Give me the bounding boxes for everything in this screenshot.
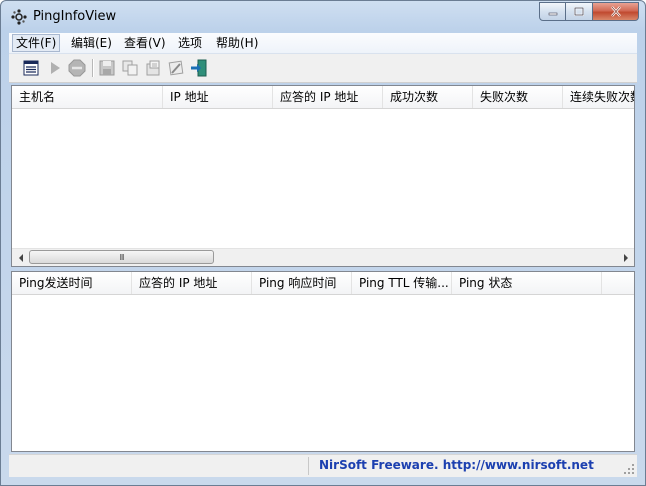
hosts-list-pane[interactable]: 主机名 IP 地址 应答的 IP 地址 成功次数 失败次数 连续失败次数 III [11, 85, 635, 267]
scroll-thumb[interactable]: III [29, 250, 214, 264]
window-title: PingInfoView [33, 9, 117, 24]
menu-edit[interactable]: 编辑(E) [68, 35, 115, 51]
ping-app-icon [11, 9, 27, 25]
ping-results-pane[interactable]: Ping发送时间 应答的 IP 地址 Ping 响应时间 Ping TTL 传输… [11, 271, 635, 452]
stop-icon [68, 59, 86, 77]
column-ip-address[interactable]: IP 地址 [163, 86, 273, 108]
maximize-icon [574, 7, 584, 16]
column-ping-ttl[interactable]: Ping TTL 传输... [352, 272, 452, 294]
scroll-left-button[interactable] [12, 249, 29, 266]
column-ping-time[interactable]: Ping发送时间 [12, 272, 132, 294]
close-icon [610, 6, 621, 17]
title-bar[interactable]: PingInfoView [1, 1, 645, 33]
properties-button[interactable] [21, 58, 41, 78]
scroll-grip: III [119, 252, 124, 262]
app-window: PingInfoView 文件(F) 编辑(E) 查看(V) 选项 帮助(H) [0, 0, 646, 486]
options-button[interactable] [166, 58, 186, 78]
hosts-list-hscrollbar[interactable]: III [12, 248, 634, 266]
column-host-name[interactable]: 主机名 [12, 86, 163, 108]
arrow-left-icon [18, 253, 23, 262]
arrow-right-icon [623, 253, 628, 262]
start-button[interactable] [45, 58, 65, 78]
copy-button[interactable] [120, 58, 140, 78]
resize-grip-icon[interactable] [623, 463, 635, 475]
column-ping-response-time[interactable]: Ping 响应时间 [252, 272, 352, 294]
copy-icon [122, 60, 138, 76]
html-report-button[interactable] [143, 58, 163, 78]
menu-bar: 文件(F) 编辑(E) 查看(V) 选项 帮助(H) [9, 33, 637, 54]
exit-button[interactable] [189, 58, 209, 78]
nirsoft-link[interactable]: NirSoft Freeware. http://www.nirsoft.net [319, 458, 594, 472]
options-icon [168, 60, 184, 76]
menu-options[interactable]: 选项 [175, 35, 205, 51]
status-bar: NirSoft Freeware. http://www.nirsoft.net [9, 454, 637, 477]
hosts-list-header: 主机名 IP 地址 应答的 IP 地址 成功次数 失败次数 连续失败次数 [12, 86, 634, 109]
ping-results-header: Ping发送时间 应答的 IP 地址 Ping 响应时间 Ping TTL 传输… [12, 272, 634, 295]
menu-file[interactable]: 文件(F) [12, 34, 61, 52]
exit-icon [191, 59, 207, 77]
minimize-button[interactable] [539, 2, 566, 21]
stop-button[interactable] [67, 58, 87, 78]
column-reply-ip-address[interactable]: 应答的 IP 地址 [132, 272, 252, 294]
column-failure-count[interactable]: 失败次数 [473, 86, 563, 108]
save-icon [99, 60, 115, 76]
status-cell-count [9, 457, 309, 475]
column-ping-status[interactable]: Ping 状态 [452, 272, 602, 294]
close-button[interactable] [593, 2, 639, 21]
column-reply-ip[interactable]: 应答的 IP 地址 [273, 86, 383, 108]
menu-view[interactable]: 查看(V) [121, 35, 169, 51]
play-icon [51, 62, 60, 74]
column-consecutive-failures[interactable]: 连续失败次数 [563, 86, 634, 108]
toolbar [9, 54, 637, 83]
properties-icon [23, 60, 39, 76]
report-icon [146, 60, 160, 76]
column-success-count[interactable]: 成功次数 [383, 86, 473, 108]
minimize-icon [548, 12, 557, 15]
maximize-button[interactable] [566, 2, 593, 21]
save-button[interactable] [97, 58, 117, 78]
menu-help[interactable]: 帮助(H) [213, 35, 261, 51]
scroll-right-button[interactable] [617, 249, 634, 266]
